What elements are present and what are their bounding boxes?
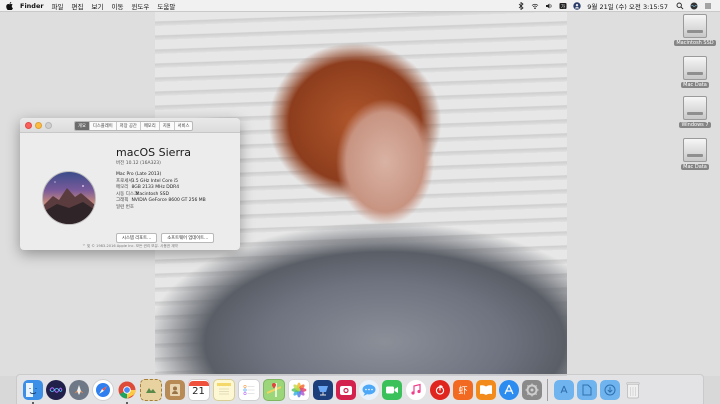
netease-music-icon[interactable] xyxy=(429,379,450,400)
dock-separator xyxy=(547,378,548,401)
drive-mac-data-2[interactable]: Mac Data xyxy=(673,138,717,170)
copyright-text: ™ 및 © 1983-2016 Apple Inc. 모든 권리 보유. 사용권… xyxy=(82,244,178,248)
menu-window[interactable]: 윈도우 xyxy=(131,1,149,11)
calendar-icon[interactable]: 21 xyxy=(187,378,210,401)
os-name: macOS Sierra xyxy=(116,146,192,159)
menu-bar: Finder 파일 편집 보기 이동 윈도우 도움말 가 9월 21일 (수) … xyxy=(0,0,720,12)
tab-displays[interactable]: 디스플레이 xyxy=(90,122,117,130)
hard-drive-icon xyxy=(683,56,707,80)
messages-icon[interactable] xyxy=(358,379,379,400)
menu-view[interactable]: 보기 xyxy=(92,1,104,11)
notification-center-icon[interactable] xyxy=(704,2,712,10)
keynote-icon[interactable] xyxy=(312,379,333,400)
menu-go[interactable]: 이동 xyxy=(111,1,123,11)
finder-icon[interactable] xyxy=(22,379,43,404)
calendar-date: 21 xyxy=(192,386,205,397)
safari-icon[interactable] xyxy=(91,378,114,401)
spec-row-serial: 일련 번호 xyxy=(116,204,134,210)
zoom-button[interactable] xyxy=(45,121,52,129)
drive-label: Mac Data xyxy=(681,164,709,170)
wifi-status-icon[interactable] xyxy=(531,2,539,10)
input-source-icon[interactable]: 가 xyxy=(559,2,567,10)
svg-text:가: 가 xyxy=(561,2,565,9)
hard-drive-icon xyxy=(683,138,707,162)
close-button[interactable] xyxy=(25,121,32,129)
app-store-icon[interactable] xyxy=(498,379,519,400)
itunes-icon[interactable] xyxy=(404,378,427,401)
model-name: Mac Pro (Late 2013) xyxy=(116,172,162,177)
tab-overview[interactable]: 개요 xyxy=(75,122,90,130)
trash-icon[interactable] xyxy=(623,380,643,400)
menu-edit[interactable]: 편집 xyxy=(72,1,84,11)
tab-support[interactable]: 지원 xyxy=(160,122,175,130)
bluetooth-status-icon[interactable] xyxy=(517,1,525,10)
drive-label: Mac Data xyxy=(681,82,709,88)
minimize-button[interactable] xyxy=(35,121,42,129)
spec-row-memory: 메모리 8GB 2133 MHz DDR4 xyxy=(116,185,180,191)
mail-stamp-icon[interactable] xyxy=(139,378,162,401)
contacts-icon[interactable] xyxy=(164,379,185,400)
tab-memory[interactable]: 메모리 xyxy=(141,122,160,130)
volume-status-icon[interactable] xyxy=(545,2,553,10)
siri-menu-icon[interactable] xyxy=(690,2,698,10)
apple-menu-icon[interactable] xyxy=(6,1,14,10)
drive-mac-data[interactable]: Mac Data xyxy=(673,56,717,88)
about-this-mac-window: 개요 디스플레이 저장 공간 메모리 지원 서비스 macOS Sierra 버… xyxy=(20,118,240,250)
facetime-icon[interactable] xyxy=(381,379,402,400)
menu-help[interactable]: 도움말 xyxy=(157,1,175,11)
downloads-folder-icon[interactable] xyxy=(599,379,620,400)
user-avatar-icon[interactable] xyxy=(573,1,581,10)
xiami-icon[interactable]: 虾 xyxy=(452,379,473,400)
menu-finder[interactable]: Finder xyxy=(20,2,44,10)
svg-text:虾: 虾 xyxy=(458,384,467,396)
hard-drive-icon xyxy=(683,96,707,120)
menu-file[interactable]: 파일 xyxy=(52,1,64,11)
dock: 21 虾 xyxy=(16,374,704,404)
drive-label: Windows 7 xyxy=(679,122,711,128)
spotlight-search-icon[interactable] xyxy=(676,2,684,10)
tab-service[interactable]: 서비스 xyxy=(175,122,193,130)
photo-booth-icon[interactable] xyxy=(335,379,356,400)
macos-sierra-logo xyxy=(42,171,96,225)
software-update-button[interactable]: 소프트웨어 업데이트... xyxy=(161,233,215,243)
system-preferences-icon[interactable] xyxy=(521,379,542,400)
drive-macintosh-ssd[interactable]: Macintosh SSD xyxy=(673,14,717,46)
drive-windows-7[interactable]: Windows 7 xyxy=(673,96,717,128)
segmented-tabs: 개요 디스플레이 저장 공간 메모리 지원 서비스 xyxy=(74,121,194,131)
menu-clock[interactable]: 9월 21일 (수) 오전 3:15:57 xyxy=(587,1,668,11)
applications-folder-icon[interactable] xyxy=(553,379,574,400)
documents-folder-icon[interactable] xyxy=(576,379,597,400)
launchpad-icon[interactable] xyxy=(68,379,89,400)
siri-icon[interactable] xyxy=(45,379,66,400)
maps-icon[interactable] xyxy=(262,378,285,401)
chrome-icon[interactable] xyxy=(117,380,137,404)
spec-row-graphics: 그래픽 NVIDIA GeForce 8600 GT 256 MB xyxy=(116,198,206,204)
system-report-button[interactable]: 시스템 리포트... xyxy=(116,233,158,243)
hard-drive-icon xyxy=(683,14,707,38)
os-version: 버전 10.12 (16A323) xyxy=(116,161,161,166)
photos-icon[interactable] xyxy=(287,378,310,401)
reminders-icon[interactable] xyxy=(237,378,260,401)
tab-storage[interactable]: 저장 공간 xyxy=(117,122,141,130)
ibooks-icon[interactable] xyxy=(475,379,496,400)
notes-icon[interactable] xyxy=(212,378,235,401)
window-titlebar[interactable]: 개요 디스플레이 저장 공간 메모리 지원 서비스 xyxy=(20,118,240,133)
drive-label: Macintosh SSD xyxy=(674,40,716,46)
